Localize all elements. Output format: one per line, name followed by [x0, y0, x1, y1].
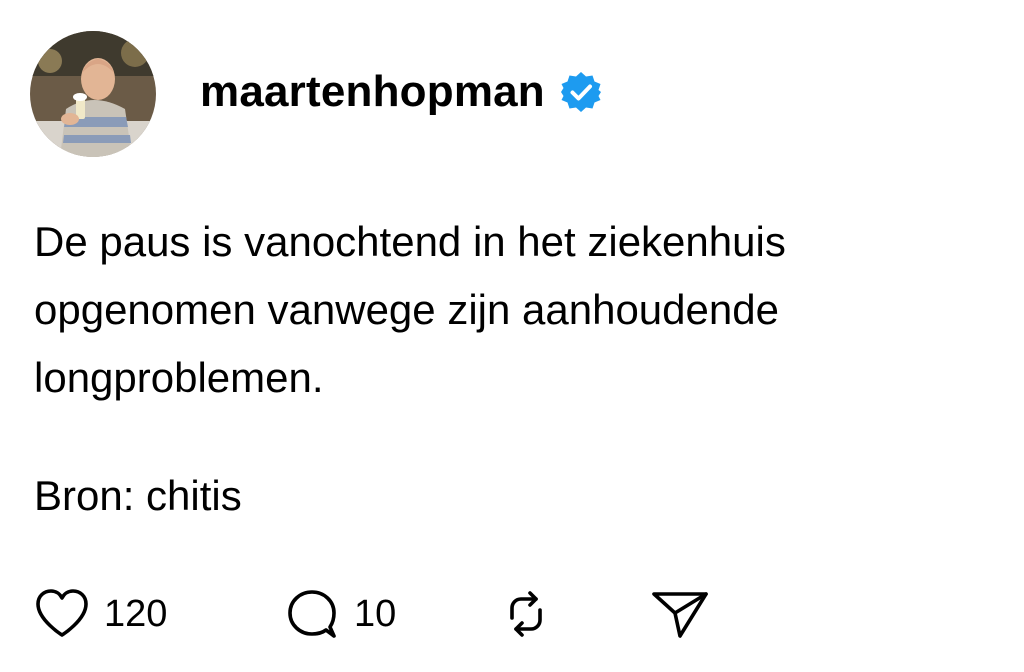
- like-count: 120: [104, 592, 168, 635]
- action-bar: 120 10: [34, 584, 710, 644]
- paper-plane-icon[interactable]: [650, 586, 710, 642]
- reply-count: 10: [354, 592, 397, 635]
- speech-bubble-icon[interactable]: [284, 586, 340, 642]
- post-text-line: De paus is vanochtend in het ziekenhuis: [34, 218, 786, 265]
- repost-icon[interactable]: [498, 586, 554, 642]
- post-header: maartenhopman: [30, 30, 603, 158]
- verified-badge-icon: [559, 70, 603, 114]
- repost-button[interactable]: [498, 586, 650, 642]
- share-button[interactable]: [650, 586, 710, 642]
- post-source: Bron: chitis: [34, 472, 242, 519]
- avatar[interactable]: [30, 31, 156, 157]
- post-text-line: opgenomen vanwege zijn aanhoudende: [34, 286, 779, 333]
- post-card: maartenhopman De paus is vanochtend in h…: [0, 0, 1024, 672]
- like-button[interactable]: 120: [34, 588, 284, 640]
- post-text-line: longproblemen.: [34, 354, 324, 401]
- heart-icon[interactable]: [34, 588, 90, 640]
- username-row: maartenhopman: [200, 67, 603, 117]
- post-text: De paus is vanochtend in het ziekenhuis …: [34, 208, 994, 412]
- username[interactable]: maartenhopman: [200, 67, 545, 117]
- reply-button[interactable]: 10: [284, 586, 498, 642]
